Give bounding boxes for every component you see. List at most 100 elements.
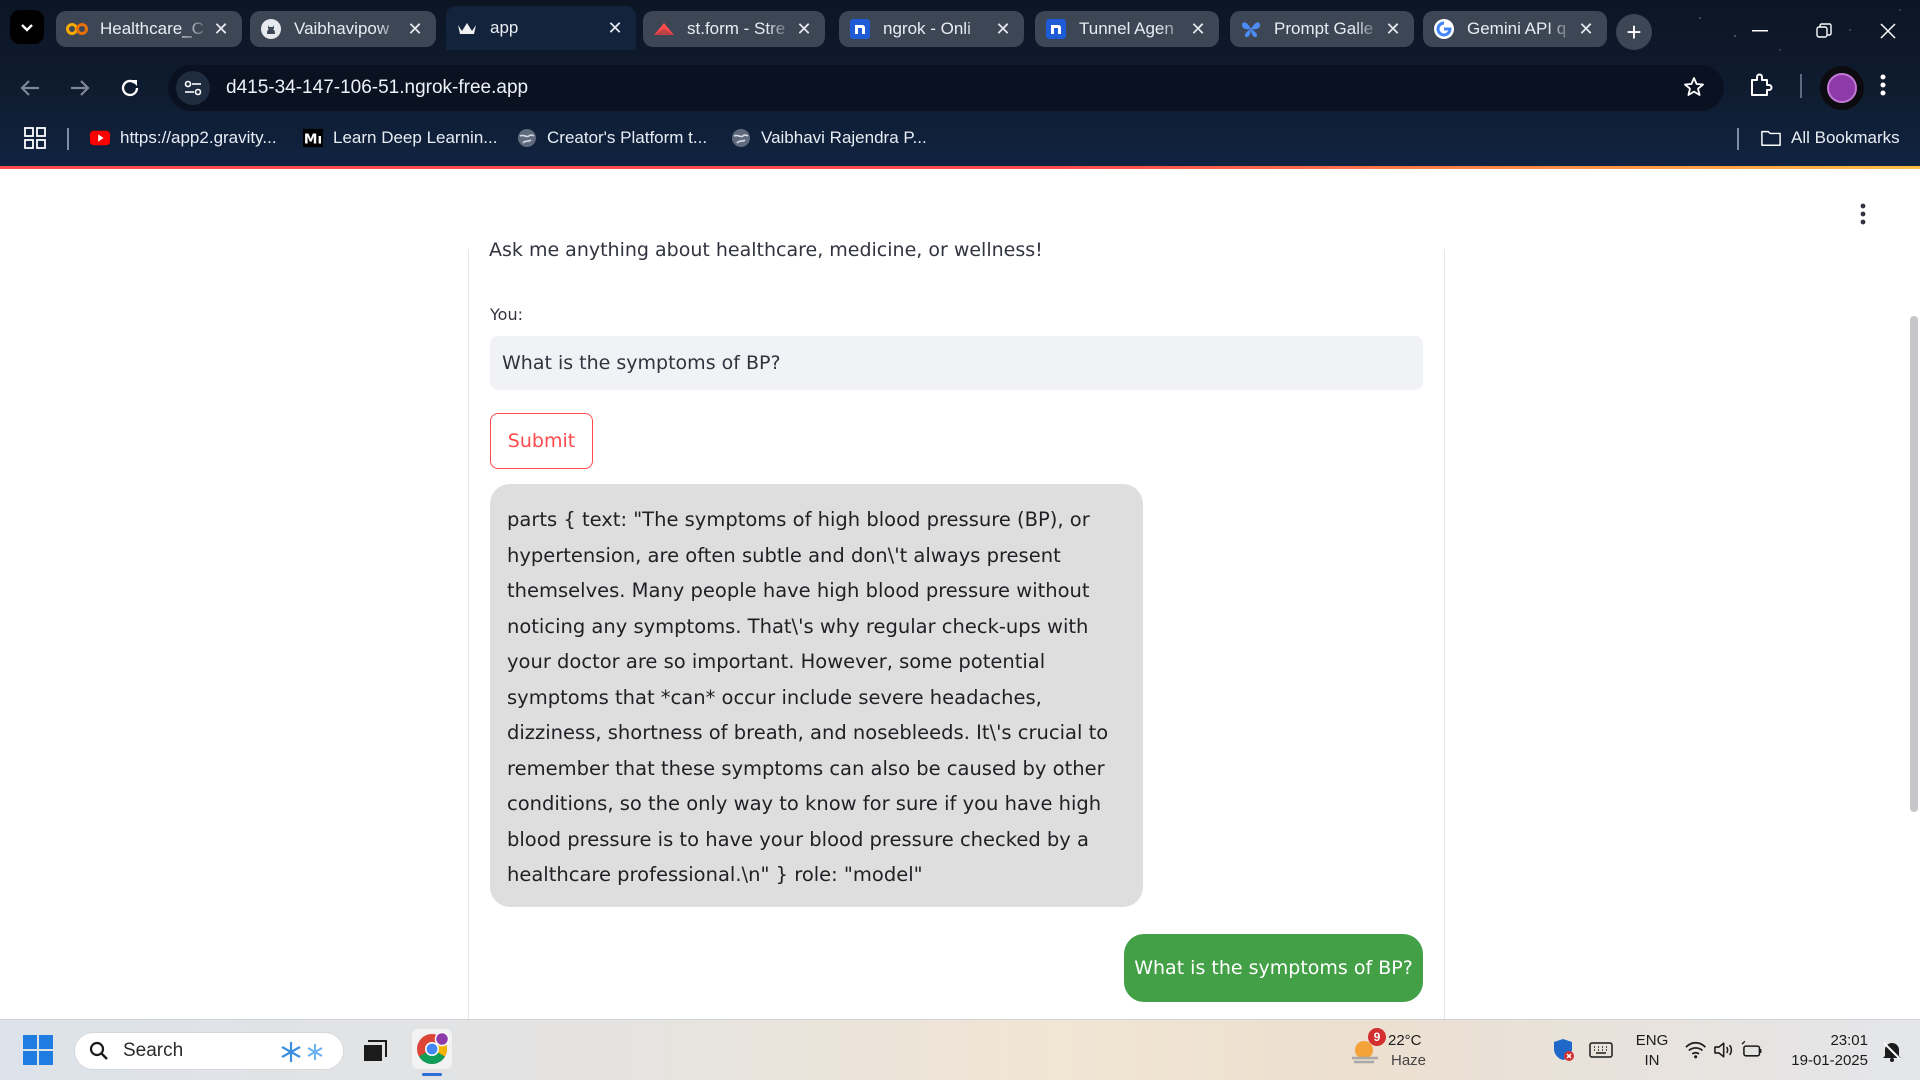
close-icon[interactable]: ✕ bbox=[1187, 19, 1209, 40]
question-input[interactable] bbox=[490, 336, 1423, 390]
search-icon bbox=[89, 1041, 108, 1060]
tab-title: Tunnel Agen bbox=[1079, 19, 1174, 38]
minimize-icon bbox=[1752, 30, 1768, 32]
restore-button[interactable] bbox=[1794, 6, 1854, 56]
close-icon[interactable]: ✕ bbox=[604, 18, 626, 39]
keyboard-tray-button[interactable] bbox=[1588, 1040, 1614, 1060]
google-ai-icon bbox=[1240, 18, 1262, 40]
extensions-button[interactable] bbox=[1748, 72, 1774, 103]
all-bookmarks-label: All Bookmarks bbox=[1791, 128, 1900, 147]
close-icon[interactable]: ✕ bbox=[404, 19, 426, 40]
more-vertical-icon bbox=[1860, 203, 1866, 225]
reload-button[interactable] bbox=[112, 70, 148, 106]
close-icon[interactable]: ✕ bbox=[210, 19, 232, 40]
apps-grid-icon bbox=[24, 127, 46, 149]
bookmark-label: https://app2.gravity... bbox=[120, 128, 277, 147]
app-menu-button[interactable] bbox=[1860, 203, 1866, 225]
bookmark-deep-learning[interactable]: Mı Learn Deep Learnin... bbox=[303, 124, 497, 152]
language-code[interactable]: ENG bbox=[1634, 1031, 1670, 1050]
tab-github[interactable]: Vaibhavipow ✕ bbox=[250, 11, 436, 47]
page-scrollbar[interactable] bbox=[1910, 316, 1918, 812]
weather-temp: 22°C bbox=[1388, 1032, 1422, 1049]
bot-message: parts { text: "The symptoms of high bloo… bbox=[490, 484, 1143, 907]
address-bar[interactable]: d415-34-147-106-51.ngrok-free.app bbox=[168, 65, 1724, 111]
arrow-right-icon bbox=[71, 80, 90, 96]
ngrok-icon bbox=[1045, 18, 1067, 40]
tab-ngrok-online[interactable]: ngrok - Onli ✕ bbox=[839, 11, 1024, 47]
tab-strip: Healthcare_C ✕ Vaibhavipow ✕ app ✕ st.fo… bbox=[0, 6, 1920, 50]
tab-healthcare[interactable]: Healthcare_C ✕ bbox=[56, 11, 242, 47]
browser-chrome: Healthcare_C ✕ Vaibhavipow ✕ app ✕ st.fo… bbox=[0, 0, 1920, 168]
forward-button[interactable] bbox=[62, 70, 98, 106]
intro-text: Ask me anything about healthcare, medici… bbox=[489, 239, 1043, 261]
taskbar-search[interactable]: Search bbox=[74, 1032, 344, 1070]
tab-title: Prompt Galle bbox=[1274, 19, 1374, 38]
language-region[interactable]: IN bbox=[1634, 1051, 1670, 1070]
streamlit-crown-icon bbox=[456, 17, 478, 39]
task-view-button[interactable] bbox=[358, 1034, 392, 1068]
weather-badge: 9 bbox=[1368, 1028, 1386, 1046]
notifications-button[interactable] bbox=[1878, 1038, 1906, 1064]
security-tray-button[interactable] bbox=[1552, 1038, 1576, 1062]
streamlit-icon bbox=[653, 18, 675, 40]
bookmark-vaibhavi[interactable]: Vaibhavi Rajendra P... bbox=[731, 124, 927, 152]
windows-taskbar: Search 9 22°C Haze ENG IN 23:01 19-01-20… bbox=[0, 1019, 1920, 1080]
puzzle-icon bbox=[1751, 73, 1773, 96]
bookmark-label: Creator's Platform t... bbox=[547, 128, 708, 147]
plus-icon: + bbox=[1626, 16, 1642, 47]
close-icon[interactable]: ✕ bbox=[1575, 19, 1597, 40]
toolbar-divider bbox=[1800, 74, 1802, 98]
shield-icon bbox=[1554, 1039, 1574, 1061]
browser-toolbar: d415-34-147-106-51.ngrok-free.app bbox=[0, 62, 1920, 114]
close-window-button[interactable] bbox=[1858, 6, 1918, 56]
back-button[interactable] bbox=[12, 70, 48, 106]
bookmark-star-button[interactable] bbox=[1682, 75, 1706, 104]
reload-icon bbox=[121, 79, 139, 97]
tab-search-button[interactable] bbox=[10, 10, 44, 44]
star-icon bbox=[1684, 77, 1704, 96]
clock-time[interactable]: 23:01 bbox=[1784, 1031, 1868, 1050]
new-tab-button[interactable]: + bbox=[1616, 14, 1652, 50]
weather-widget[interactable]: 9 bbox=[1350, 1028, 1386, 1068]
quick-settings-button[interactable] bbox=[1684, 1038, 1762, 1062]
medium-icon: Mı bbox=[303, 128, 323, 148]
globe-icon bbox=[517, 128, 537, 148]
weather-condition: Haze bbox=[1391, 1052, 1427, 1069]
all-bookmarks-button[interactable]: All Bookmarks bbox=[1761, 124, 1900, 152]
minimize-button[interactable] bbox=[1730, 6, 1790, 56]
chevron-down-icon bbox=[21, 24, 33, 32]
task-view-icon bbox=[364, 1040, 387, 1061]
user-message: What is the symptoms of BP? bbox=[1124, 934, 1423, 1002]
apps-button[interactable] bbox=[24, 124, 46, 152]
tab-st-form[interactable]: st.form - Stre ✕ bbox=[643, 11, 825, 47]
close-icon bbox=[1880, 23, 1896, 39]
input-label: You: bbox=[490, 305, 523, 324]
start-button[interactable] bbox=[22, 1034, 54, 1066]
tab-app[interactable]: app ✕ bbox=[446, 6, 636, 50]
svg-text:Mı: Mı bbox=[304, 131, 322, 147]
tab-gemini-api[interactable]: Gemini API q ✕ bbox=[1423, 11, 1607, 47]
bookmark-creators-platform[interactable]: Creator's Platform t... bbox=[517, 124, 707, 152]
bookmarks-divider bbox=[1737, 128, 1739, 150]
clock-date[interactable]: 19-01-2025 bbox=[1780, 1051, 1868, 1070]
site-info-button[interactable] bbox=[176, 71, 210, 105]
youtube-icon bbox=[90, 128, 110, 148]
avatar bbox=[1827, 73, 1857, 103]
bell-icon bbox=[1883, 1042, 1901, 1062]
bookmark-label: Learn Deep Learnin... bbox=[333, 128, 498, 147]
search-placeholder: Search bbox=[123, 1040, 184, 1061]
bookmark-gravity[interactable]: https://app2.gravity... bbox=[90, 124, 277, 152]
url-text[interactable]: d415-34-147-106-51.ngrok-free.app bbox=[226, 77, 528, 99]
close-icon[interactable]: ✕ bbox=[793, 19, 815, 40]
keyboard-icon bbox=[1589, 1042, 1613, 1058]
tab-title: Healthcare_C bbox=[100, 19, 204, 38]
close-icon[interactable]: ✕ bbox=[992, 19, 1014, 40]
profile-avatar[interactable] bbox=[1820, 66, 1864, 110]
browser-menu-button[interactable] bbox=[1880, 72, 1886, 102]
active-app-indicator bbox=[422, 1073, 442, 1076]
submit-button[interactable]: Submit bbox=[490, 413, 593, 469]
taskbar-chrome[interactable] bbox=[412, 1029, 452, 1076]
tab-tunnel-agent[interactable]: Tunnel Agen ✕ bbox=[1035, 11, 1219, 47]
tab-prompt-gallery[interactable]: Prompt Galle ✕ bbox=[1230, 11, 1414, 47]
close-icon[interactable]: ✕ bbox=[1382, 19, 1404, 40]
